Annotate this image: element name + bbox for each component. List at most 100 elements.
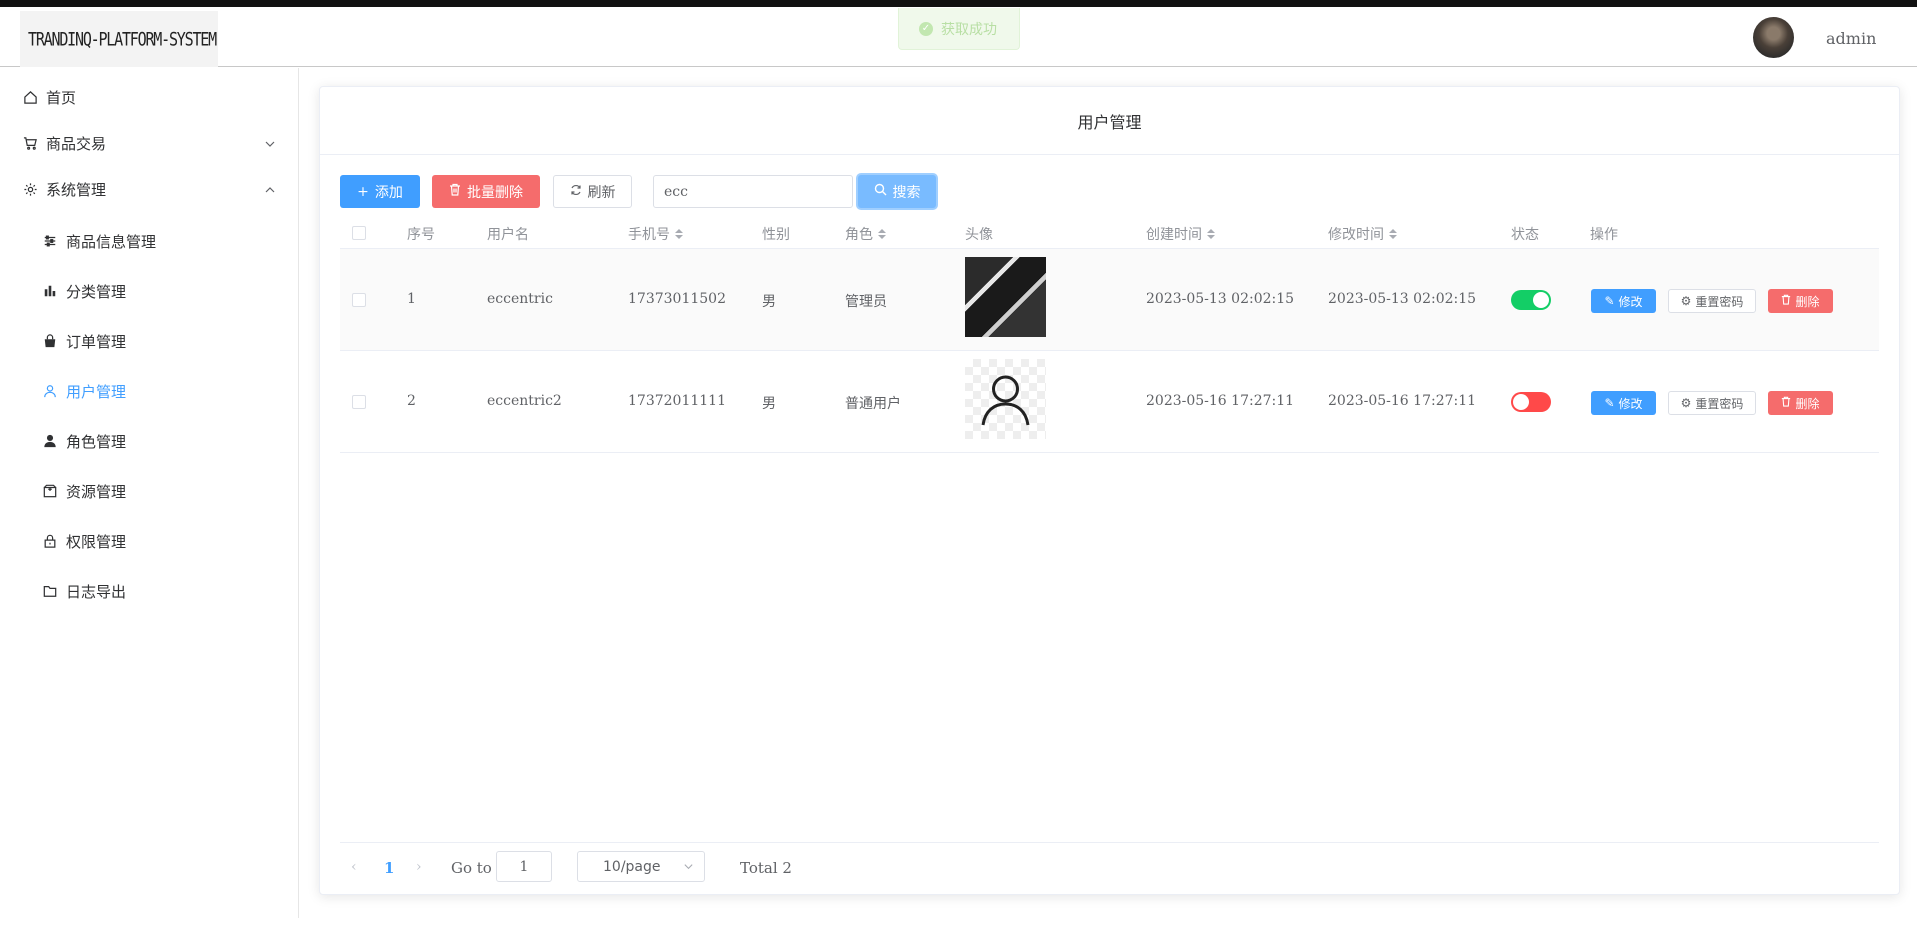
next-page-icon[interactable]: › [416,859,422,875]
sidebar-item-home[interactable]: 首页 [0,77,298,117]
refresh-label: 刷新 [587,184,616,201]
sidebar-item-logs[interactable]: 日志导出 [0,571,298,611]
cell-modified: 2023-05-13 02:02:15 [1328,291,1477,307]
refresh-icon [570,184,582,200]
refresh-button[interactable]: 刷新 [553,175,632,208]
gear-icon [22,181,38,197]
cell-phone: 17373011502 [628,291,726,307]
search-icon [874,183,887,200]
add-button-label: 添加 [374,184,403,201]
user-icon [42,383,58,399]
cell-index: 1 [407,291,416,307]
plus-icon: + [357,183,369,200]
sidebar-item-label: 日志导出 [66,582,127,601]
status-toggle[interactable] [1511,392,1551,412]
chevron-down-icon [683,860,694,876]
sliders-icon [42,233,58,249]
pencil-icon: ✎ [1604,294,1615,308]
sidebar: 首页 商品交易 系统管理 商品信息管理 分类管理 订单管理 用户管理 角色管理 … [0,68,299,918]
page-title: 用户管理 [320,87,1899,155]
trash-icon [449,183,461,200]
sidebar-item-label: 分类管理 [66,282,127,301]
edit-button[interactable]: ✎ 修改 [1591,391,1656,415]
pagination: ‹ 1 › Go to 1 10/page Total 2 [340,842,1879,892]
sidebar-item-label: 订单管理 [66,332,127,351]
user-table: 序号 用户名 手机号 性别 角色 头像 创建时间 修改时间 状态 操作 1 ec… [340,217,1879,453]
box-icon [42,483,58,499]
column-header-role[interactable]: 角色 [845,224,886,244]
row-checkbox[interactable] [352,293,366,307]
sidebar-item-product-info[interactable]: 商品信息管理 [0,221,298,261]
edit-button[interactable]: ✎ 修改 [1591,289,1656,313]
select-all-checkbox[interactable] [352,226,366,240]
delete-label: 删除 [1795,396,1820,411]
column-header-label: 修改时间 [1328,227,1384,243]
toast-message: 获取成功 [941,21,997,38]
search-input[interactable]: ecc [653,175,853,208]
trash-icon [1781,294,1791,308]
goto-page-input[interactable]: 1 [496,851,552,882]
sidebar-item-trade[interactable]: 商品交易 [0,123,298,163]
user-avatar-image[interactable] [965,257,1046,337]
sidebar-item-label: 商品信息管理 [66,232,157,251]
sidebar-item-label: 权限管理 [66,532,127,551]
sidebar-item-roles[interactable]: 角色管理 [0,421,298,461]
batch-delete-button[interactable]: 批量删除 [432,175,540,208]
lock-icon [42,533,58,549]
user-name[interactable]: admin [1826,29,1876,48]
batch-delete-label: 批量删除 [467,184,523,201]
cell-role: 管理员 [845,294,887,310]
sort-icon[interactable] [1207,229,1215,239]
add-button[interactable]: + 添加 [340,175,420,208]
column-header-label: 手机号 [628,227,670,243]
cell-gender: 男 [762,294,776,310]
sidebar-item-label: 角色管理 [66,432,127,451]
cell-role: 普通用户 [845,396,901,412]
prev-page-icon[interactable]: ‹ [351,859,357,875]
sidebar-item-users[interactable]: 用户管理 [0,371,298,411]
reset-password-button[interactable]: ⚙ 重置密码 [1668,391,1756,415]
sidebar-item-label: 用户管理 [66,382,127,401]
status-toggle[interactable] [1511,290,1551,310]
sidebar-item-label: 资源管理 [66,482,127,501]
column-header-index: 序号 [407,227,435,243]
column-header-label: 角色 [845,227,873,243]
sidebar-item-system[interactable]: 系统管理 [0,169,298,209]
goto-label: Go to [451,859,492,877]
current-page-number[interactable]: 1 [384,859,394,877]
bar-chart-icon [42,283,58,299]
person-icon [981,375,1030,426]
total-count: Total 2 [740,859,792,877]
gear-icon: ⚙ [1680,396,1692,410]
search-button[interactable]: 搜索 [858,175,936,208]
delete-button[interactable]: 删除 [1768,289,1833,313]
sort-icon[interactable] [878,229,886,239]
sort-icon[interactable] [1389,229,1397,239]
sidebar-item-orders[interactable]: 订单管理 [0,321,298,361]
user-filled-icon [42,433,58,449]
page-size-select[interactable]: 10/page [577,851,705,882]
cell-username: eccentric2 [487,393,562,409]
cell-created: 2023-05-13 02:02:15 [1146,291,1295,307]
user-management-card: 用户管理 + 添加 批量删除 刷新 ecc 搜索 序号 用户名 手机号 性别 角… [319,86,1900,895]
sidebar-item-resources[interactable]: 资源管理 [0,471,298,511]
column-header-created[interactable]: 创建时间 [1146,224,1215,244]
column-header-phone[interactable]: 手机号 [628,224,683,244]
cell-index: 2 [407,393,416,409]
delete-label: 删除 [1795,294,1820,309]
sidebar-item-category[interactable]: 分类管理 [0,271,298,311]
cell-phone: 17372011111 [628,393,726,409]
column-header-modified[interactable]: 修改时间 [1328,224,1397,244]
table-row: 1 eccentric 17373011502 男 管理员 2023-05-13… [340,249,1879,351]
table-row: 2 eccentric2 17372011111 男 普通用户 2023-05-… [340,351,1879,453]
user-avatar-image[interactable] [965,359,1046,439]
delete-button[interactable]: 删除 [1768,391,1833,415]
row-checkbox[interactable] [352,395,366,409]
cell-username: eccentric [487,291,553,307]
top-strip [0,0,1917,7]
user-avatar[interactable] [1753,17,1794,58]
sidebar-item-permissions[interactable]: 权限管理 [0,521,298,561]
sort-icon[interactable] [675,229,683,239]
reset-password-button[interactable]: ⚙ 重置密码 [1668,289,1756,313]
search-label: 搜索 [892,184,921,201]
